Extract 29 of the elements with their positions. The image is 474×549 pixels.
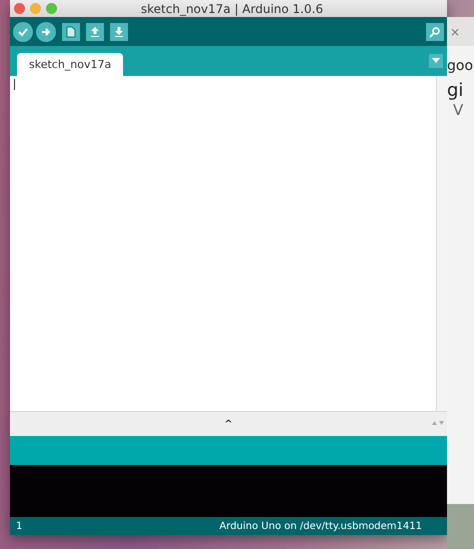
close-button[interactable] bbox=[14, 3, 25, 14]
right-arrow-icon bbox=[40, 26, 52, 38]
text-caret bbox=[14, 79, 15, 90]
sketch-tab[interactable]: sketch_nov17a bbox=[17, 53, 124, 76]
partial-text: V bbox=[452, 101, 464, 119]
splitter-bar[interactable]: ^ bbox=[10, 411, 447, 436]
document-icon bbox=[66, 26, 76, 38]
window-title: sketch_nov17a | Arduino 1.0.6 bbox=[140, 2, 324, 16]
up-arrow-icon bbox=[90, 26, 100, 38]
scroll-arrows-icon[interactable] bbox=[432, 419, 444, 427]
down-triangle-icon bbox=[432, 58, 440, 64]
line-number: 1 bbox=[16, 520, 22, 532]
open-button[interactable] bbox=[86, 22, 104, 40]
board-port-label: Arduino Uno on /dev/tty.usbmodem1411 bbox=[219, 520, 422, 532]
check-icon bbox=[17, 26, 29, 38]
partial-heading: gi bbox=[447, 79, 464, 101]
save-button[interactable] bbox=[110, 22, 128, 40]
minimize-button[interactable] bbox=[30, 3, 41, 14]
zoom-button[interactable] bbox=[46, 3, 57, 14]
new-button[interactable] bbox=[62, 22, 80, 40]
vertical-scrollbar[interactable] bbox=[436, 76, 447, 411]
partial-text: goo bbox=[447, 57, 474, 74]
upload-button[interactable] bbox=[36, 22, 56, 42]
tab-menu-button[interactable] bbox=[429, 54, 443, 68]
magnifier-icon bbox=[429, 26, 441, 38]
verify-button[interactable] bbox=[13, 22, 33, 42]
serial-monitor-button[interactable] bbox=[426, 22, 444, 40]
down-arrow-icon bbox=[114, 26, 124, 38]
splitter-caret: ^ bbox=[224, 418, 233, 430]
